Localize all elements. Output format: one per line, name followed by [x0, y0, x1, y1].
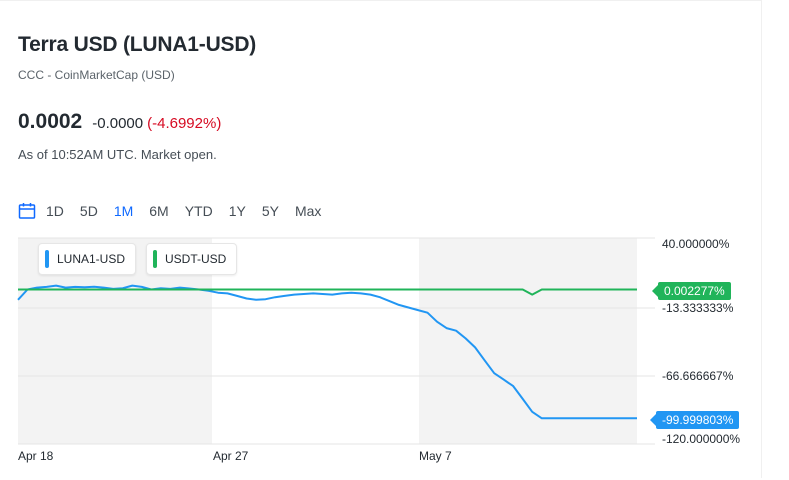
- y-tick-label: 40.000000%: [662, 237, 730, 251]
- x-tick-label: Apr 27: [213, 449, 249, 463]
- legend-swatch-usdt: [153, 250, 158, 268]
- usdt-last-value-tag: 0.002277%: [652, 282, 731, 300]
- luna-last-value-tag: -99.999803%: [649, 411, 740, 429]
- chart-legend: LUNA1-USD USDT-USD: [38, 243, 238, 275]
- legend-item-usdt[interactable]: USDT-USD: [146, 243, 238, 275]
- legend-swatch-luna: [45, 250, 49, 268]
- chart-shade-right: [419, 238, 637, 444]
- y-tick-label: -66.666667%: [662, 369, 734, 383]
- legend-label-luna: LUNA1-USD: [57, 252, 126, 266]
- y-tick-label: -13.333333%: [662, 301, 734, 315]
- legend-item-luna[interactable]: LUNA1-USD: [38, 243, 137, 275]
- legend-label-usdt: USDT-USD: [165, 252, 227, 266]
- y-tick-label: -120.000000%: [662, 432, 741, 446]
- x-tick-label: Apr 18: [18, 449, 54, 463]
- x-tick-label: May 7: [419, 449, 452, 463]
